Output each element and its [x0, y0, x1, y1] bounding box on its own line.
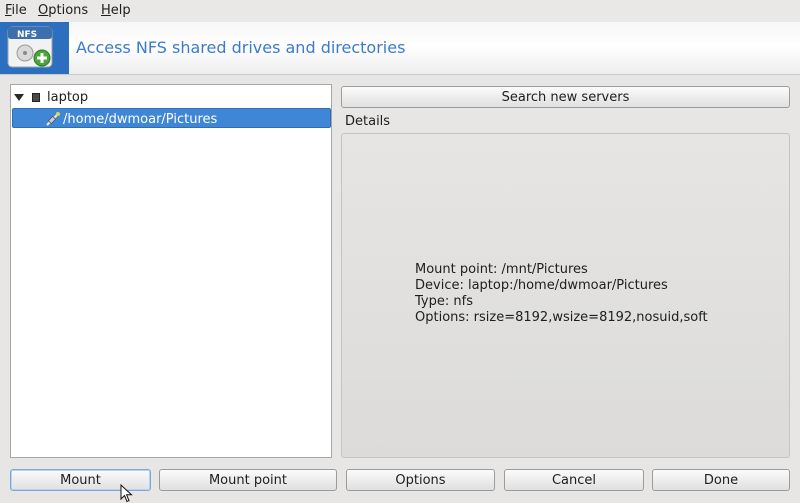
mount-point-button[interactable]: Mount point	[159, 469, 337, 491]
menu-file[interactable]: File	[5, 3, 27, 18]
computer-icon	[32, 93, 40, 102]
menu-options-mnemonic: O	[38, 3, 49, 18]
server-tree[interactable]: laptop /home/dwmoar/Pictures	[10, 84, 332, 458]
tree-host-laptop[interactable]: laptop	[11, 87, 331, 107]
menu-bar: File Options Help	[0, 0, 800, 22]
done-button[interactable]: Done	[652, 469, 790, 491]
details-frame: Mount point: /mnt/Pictures Device: lapto…	[341, 133, 790, 458]
tree-share-label: /home/dwmoar/Pictures	[63, 112, 218, 127]
menu-file-label: ile	[11, 3, 27, 18]
menu-help-mnemonic: H	[101, 3, 111, 18]
menu-options[interactable]: Options	[38, 3, 88, 18]
expand-arrow-icon[interactable]	[14, 94, 24, 101]
header-banner: NFS Access NFS shared drives and directo…	[0, 22, 800, 75]
details-panel: Details Mount point: /mnt/Pictures Devic…	[341, 114, 790, 458]
menu-help-label: elp	[110, 3, 131, 18]
page-title: Access NFS shared drives and directories	[76, 38, 406, 57]
nfs-drive-icon: NFS	[0, 22, 69, 74]
tree-host-label: laptop	[47, 90, 89, 105]
mouse-cursor-icon	[120, 484, 133, 503]
detail-device: Device: laptop:/home/dwmoar/Pictures	[415, 278, 668, 293]
network-share-icon	[46, 112, 60, 126]
detail-mount-point: Mount point: /mnt/Pictures	[415, 262, 588, 277]
search-new-servers-button[interactable]: Search new servers	[341, 86, 790, 108]
details-heading: Details	[345, 114, 391, 129]
detail-type: Type: nfs	[415, 294, 473, 309]
detail-options: Options: rsize=8192,wsize=8192,nosuid,so…	[415, 310, 708, 325]
tree-share-pictures[interactable]: /home/dwmoar/Pictures	[12, 108, 331, 128]
menu-help[interactable]: Help	[101, 3, 131, 18]
nfs-icon-label: NFS	[17, 30, 37, 40]
menu-options-label: ptions	[48, 3, 89, 18]
options-button[interactable]: Options	[346, 469, 495, 491]
cancel-button[interactable]: Cancel	[504, 469, 644, 491]
